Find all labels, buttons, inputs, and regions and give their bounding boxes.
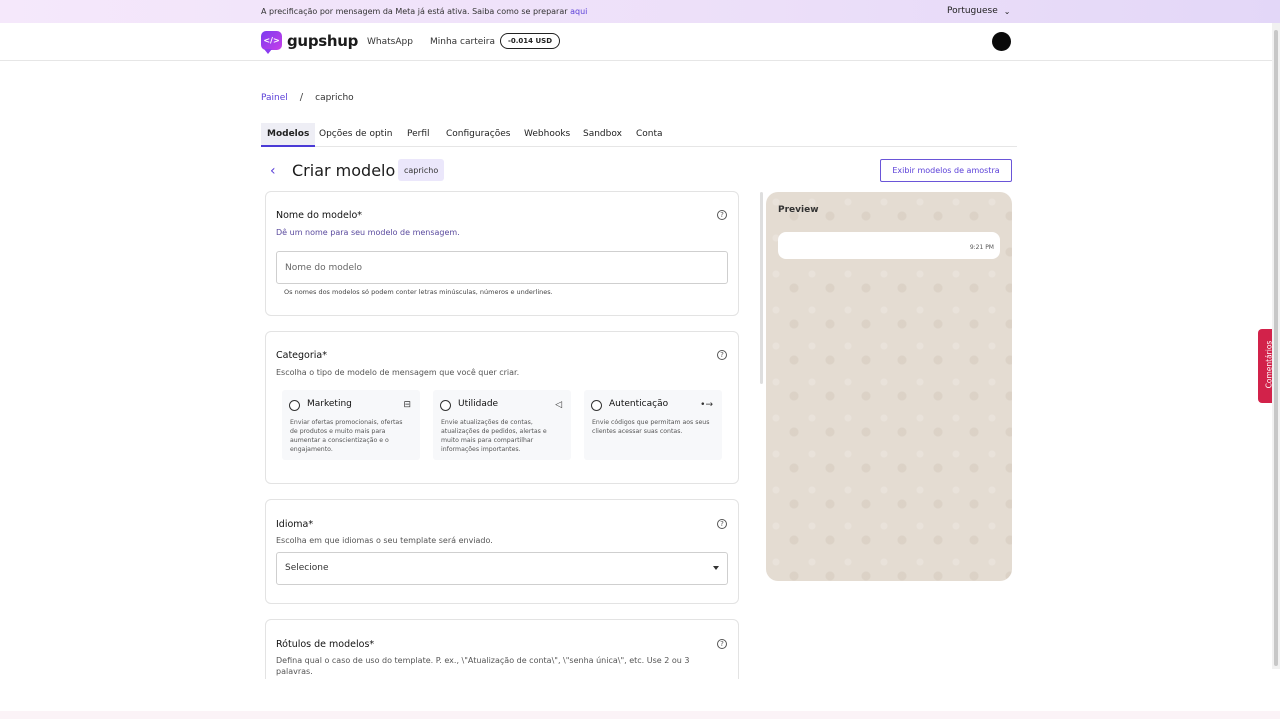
banner-text: A precificação por mensagem da Meta já e… — [261, 7, 568, 16]
category-description-text: Envie códigos que permitam aos seus clie… — [592, 419, 710, 435]
language-select[interactable]: Selecione — [276, 552, 728, 585]
category-option-utility[interactable]: Utilidade ◁ Envie atualizações de contas… — [433, 390, 571, 460]
logo-glyph: </> — [263, 36, 280, 45]
tab-configuracoes[interactable]: Configurações — [440, 123, 516, 147]
category-label: Utilidade — [458, 399, 499, 409]
chevron-down-icon: ⌄ — [1003, 6, 1011, 16]
page-title: Criar modelo — [292, 161, 396, 180]
breadcrumb-root[interactable]: Painel — [261, 93, 288, 103]
page-header: ‹ Criar modelo capricho Exibir modelos d… — [261, 157, 1017, 185]
scrollbar-thumb[interactable] — [1274, 30, 1278, 666]
language-title: Idioma* — [276, 519, 314, 530]
megaphone-icon: ◁ — [555, 400, 562, 410]
category-option-marketing[interactable]: Marketing ⊟ Enviar ofertas promocionais,… — [282, 390, 420, 460]
nav-link-whatsapp[interactable]: WhatsApp — [367, 37, 413, 47]
wallet-balance-badge[interactable]: -0.014 USD — [500, 33, 561, 49]
briefcase-icon: ⊟ — [403, 400, 411, 410]
tab-webhooks[interactable]: Webhooks — [518, 123, 576, 147]
panel-scroll-indicator[interactable] — [760, 192, 763, 384]
banner-link[interactable]: aqui — [570, 7, 587, 16]
settings-tabs: Modelos Opções de optin Perfil Configura… — [261, 123, 1017, 147]
app-name-chip: capricho — [398, 159, 445, 181]
language-select-value: Selecione — [285, 563, 329, 573]
gupshup-logo[interactable]: </> gupshup — [261, 31, 359, 54]
template-name-title: Nome do modelo* — [276, 210, 363, 221]
radio-utility[interactable] — [440, 400, 451, 411]
labels-description: Defina qual o caso de uso do template. P… — [276, 656, 690, 676]
logo-text: gupshup — [287, 31, 359, 50]
breadcrumb-current: capricho — [315, 92, 354, 103]
language-card: Idioma* ? Escolha em que idiomas o seu t… — [265, 499, 739, 604]
bottom-strip — [0, 711, 1280, 719]
category-title: Categoria* — [276, 350, 327, 361]
message-time: 9:21 PM — [969, 244, 994, 251]
top-navigation: </> gupshup WhatsApp Minha carteira -0.0… — [0, 23, 1272, 61]
language-description: Escolha em que idiomas o seu template se… — [276, 536, 493, 545]
template-name-card: Nome do modelo* ? Dê um nome para seu mo… — [265, 191, 739, 316]
help-icon[interactable]: ? — [717, 350, 727, 360]
category-description: Escolha o tipo de modelo de mensagem que… — [276, 368, 520, 377]
back-arrow-icon[interactable]: ‹ — [270, 163, 276, 179]
template-name-description: Dê um nome para seu modelo de mensagem. — [276, 228, 460, 237]
category-option-authentication[interactable]: Autenticação •→ Envie códigos que permit… — [584, 390, 722, 460]
radio-marketing[interactable] — [289, 400, 300, 411]
labels-title: Rótulos de modelos* — [276, 639, 375, 650]
breadcrumb-separator: / — [299, 92, 304, 103]
avatar[interactable] — [992, 32, 1011, 51]
help-icon[interactable]: ? — [717, 210, 727, 220]
logo-icon: </> — [261, 31, 282, 54]
caret-down-icon — [713, 566, 719, 570]
tab-optin[interactable]: Opções de optin — [313, 123, 398, 147]
message-preview-panel: Preview 9:21 PM — [766, 192, 1012, 581]
banner-message: A precificação por mensagem da Meta já e… — [261, 7, 587, 16]
template-name-hint: Os nomes dos modelos só podem conter let… — [284, 288, 553, 296]
category-label: Marketing — [307, 399, 352, 409]
view-sample-templates-button[interactable]: Exibir modelos de amostra — [880, 159, 1012, 182]
announcement-banner: A precificação por mensagem da Meta já e… — [0, 0, 1280, 23]
language-selector[interactable]: Portuguese ⌄ — [947, 6, 1010, 16]
category-card: Categoria* ? Escolha o tipo de modelo de… — [265, 331, 739, 484]
message-bubble: 9:21 PM — [778, 232, 1000, 259]
tab-perfil[interactable]: Perfil — [401, 123, 436, 147]
category-description-text: Envie atualizações de contas, atualizaçõ… — [441, 419, 547, 453]
language-label: Portuguese — [947, 6, 998, 16]
tab-conta[interactable]: Conta — [630, 123, 669, 147]
category-label: Autenticação — [609, 399, 669, 409]
category-description-text: Enviar ofertas promocionais, ofertas de … — [290, 419, 403, 453]
preview-title: Preview — [778, 205, 819, 215]
template-name-input[interactable] — [276, 251, 728, 284]
tab-sandbox[interactable]: Sandbox — [577, 123, 628, 147]
radio-authentication[interactable] — [591, 400, 602, 411]
nav-link-wallet[interactable]: Minha carteira — [430, 37, 495, 47]
breadcrumb: Painel / capricho — [261, 92, 354, 103]
help-icon[interactable]: ? — [717, 519, 727, 529]
key-login-icon: •→ — [700, 400, 713, 410]
tab-modelos[interactable]: Modelos — [261, 123, 316, 147]
help-icon[interactable]: ? — [717, 639, 727, 649]
